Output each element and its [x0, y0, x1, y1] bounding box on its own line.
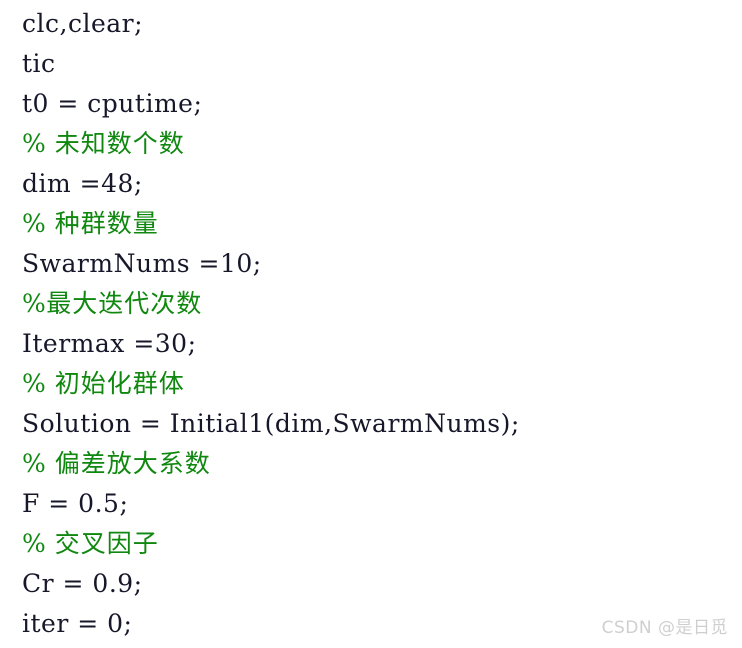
code-line: Solution = Initial1(dim,SwarmNums);	[22, 409, 520, 438]
code-line: Cr = 0.9;	[22, 569, 143, 598]
code-screenshot: clc,clear; tic t0 = cputime; % 未知数个数 dim =48…	[0, 0, 742, 648]
cjk-text: 交叉因子	[54, 529, 159, 558]
code-listing: clc,clear; tic t0 = cputime; % 未知数个数 dim =48…	[0, 0, 742, 644]
code-comment-line: % 初始化群体	[22, 369, 185, 398]
code-line: clc,clear;	[22, 9, 144, 38]
code-line: t0 = cputime;	[22, 89, 203, 118]
code-comment-line: % 种群数量	[22, 209, 159, 238]
cjk-text: 最大迭代次数	[46, 289, 203, 318]
code-line: dim =48;	[22, 169, 143, 198]
code-comment-line: % 未知数个数	[22, 129, 185, 158]
code-line: tic	[22, 49, 56, 78]
code-comment-line: % 交叉因子	[22, 529, 159, 558]
code-comment-line: % 偏差放大系数	[22, 449, 211, 478]
cjk-text: 初始化群体	[54, 369, 185, 398]
cjk-text: 未知数个数	[54, 129, 185, 158]
csdn-watermark: CSDN @是日觅	[601, 618, 728, 638]
code-line: Itermax =30;	[22, 329, 197, 358]
code-line: SwarmNums =10;	[22, 249, 262, 278]
code-line: F = 0.5;	[22, 489, 129, 518]
cjk-text: 偏差放大系数	[54, 449, 211, 478]
cjk-text: 是日觅	[675, 618, 728, 638]
code-comment-line: %最大迭代次数	[22, 289, 203, 318]
cjk-text: 种群数量	[54, 209, 159, 238]
